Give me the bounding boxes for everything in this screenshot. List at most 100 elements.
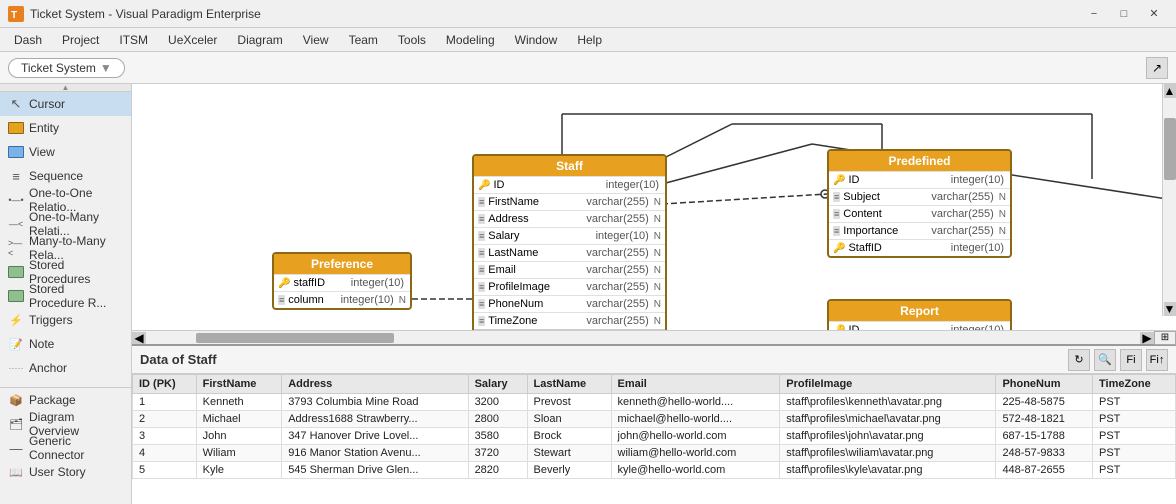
sidebar-label-anchor: Anchor [29,361,67,375]
sidebar-label-trigger: Triggers [29,313,73,327]
horizontal-scrollbar[interactable]: ◀ ▶ ⊞ [132,330,1176,344]
entity-report-header: Report [829,301,1010,321]
table-cell: 916 Manor Station Avenu... [282,445,468,462]
menu-view[interactable]: View [293,31,339,49]
breadcrumb[interactable]: Ticket System ▼ [8,58,125,78]
sidebar-item-diagram[interactable]: 🗂 Diagram Overview [0,412,131,436]
sidebar-item-sequence[interactable]: Sequence [0,164,131,188]
table-cell: 572-48-1821 [996,411,1093,428]
menu-project[interactable]: Project [52,31,109,49]
field-icon: ≡ [478,265,485,275]
sidebar-item-anchor[interactable]: ····· Anchor [0,356,131,380]
data-panel-sort-btn[interactable]: Fi↑ [1146,349,1168,371]
data-panel-search-btn[interactable]: 🔍 [1094,349,1116,371]
scroll-up-btn[interactable]: ▲ [1164,84,1176,98]
sidebar-scroll-up[interactable]: ▲ [0,84,131,92]
canvas-expand-btn[interactable]: ⊞ [1154,331,1176,345]
table-row[interactable]: 3John347 Hanover Drive Lovel...3580Brock… [133,428,1176,445]
menu-dash[interactable]: Dash [4,31,52,49]
entity-staff-title: Staff [556,159,583,173]
menu-window[interactable]: Window [505,31,568,49]
table-cell: 3720 [468,445,527,462]
scroll-left-btn[interactable]: ◀ [132,332,146,344]
vertical-scrollbar[interactable]: ▲ ▼ [1162,84,1176,316]
data-panel-title: Data of Staff [140,352,217,367]
sidebar-item-otm[interactable]: —< One-to-Many Relati... [0,212,131,236]
diagram-canvas[interactable]: Staff 🔑 ID integer(10) ≡ FirstName varch… [132,84,1176,330]
entity-preference[interactable]: Preference 🔑 staffID integer(10) ≡ colum… [272,252,412,310]
sidebar-label-spr: Stored Procedure R... [29,282,123,310]
table-cell: staff\profiles\kenneth\avatar.png [780,394,996,411]
table-cell: Beverly [527,462,611,479]
close-button[interactable]: ✕ [1140,4,1168,24]
sidebar: ▲ Cursor Entity View Sequence •—• One-to… [0,84,132,504]
field-icon: ≡ [478,248,485,258]
oto-icon: •—• [8,192,24,208]
fk-icon: 🔑 [833,243,845,254]
menu-itsm[interactable]: ITSM [109,31,158,49]
minimize-button[interactable]: − [1080,4,1108,24]
data-panel-refresh-btn[interactable]: ↻ [1068,349,1090,371]
field-icon: ≡ [478,282,485,292]
sidebar-item-trigger[interactable]: ⚡ Triggers [0,308,131,332]
menu-help[interactable]: Help [567,31,612,49]
entity-icon [8,120,24,136]
col-header-id: ID (PK) [133,375,197,394]
table-cell: 3793 Columbia Mine Road [282,394,468,411]
table-cell: staff\profiles\michael\avatar.png [780,411,996,428]
sidebar-item-view[interactable]: View [0,140,131,164]
generic-icon: — [8,440,24,456]
col-header-email: Email [611,375,780,394]
menu-modeling[interactable]: Modeling [436,31,505,49]
cursor-icon [8,96,24,112]
table-cell: staff\profiles\kyle\avatar.png [780,462,996,479]
table-cell: 1 [133,394,197,411]
entity-staff[interactable]: Staff 🔑 ID integer(10) ≡ FirstName varch… [472,154,667,330]
table-cell: 248-57-9833 [996,445,1093,462]
sidebar-item-sp[interactable]: Stored Procedures [0,260,131,284]
sidebar-item-cursor[interactable]: Cursor [0,92,131,116]
field-icon: ≡ [833,226,840,236]
view-icon [8,144,24,160]
data-table[interactable]: ID (PK) FirstName Address Salary LastNam… [132,374,1176,504]
field-icon: ≡ [478,231,485,241]
sidebar-item-spr[interactable]: Stored Procedure R... [0,284,131,308]
sidebar-label-view: View [29,145,55,159]
sidebar-item-package[interactable]: 📦 Package [0,388,131,412]
maximize-button[interactable]: □ [1110,4,1138,24]
scroll-right-btn[interactable]: ▶ [1140,332,1154,344]
sidebar-item-story[interactable]: 📖 User Story [0,460,131,484]
table-row[interactable]: 5Kyle545 Sherman Drive Glen...2820Beverl… [133,462,1176,479]
scroll-thumb-h[interactable] [196,333,395,343]
sidebar-item-entity[interactable]: Entity [0,116,131,140]
entity-predefined[interactable]: Predefined 🔑 ID integer(10) ≡ Subject va… [827,149,1012,258]
table-row[interactable]: 1Kenneth3793 Columbia Mine Road3200Prevo… [133,394,1176,411]
table-row[interactable]: 4Wiliam916 Manor Station Avenu...3720Ste… [133,445,1176,462]
sidebar-item-mtm[interactable]: >—< Many-to-Many Rela... [0,236,131,260]
sidebar-item-generic[interactable]: — Generic Connector [0,436,131,460]
entity-report[interactable]: Report 🔑 ID integer(10) 🔑 StaffID intege… [827,299,1012,330]
scroll-down-btn[interactable]: ▼ [1164,302,1176,316]
table-cell: Stewart [527,445,611,462]
table-cell: kyle@hello-world.com [611,462,780,479]
key-icon: 🔑 [833,175,845,186]
window-controls: − □ ✕ [1080,4,1168,24]
col-header-profileimage: ProfileImage [780,375,996,394]
col-header-salary: Salary [468,375,527,394]
table-cell: Sloan [527,411,611,428]
canvas-wrapper: Staff 🔑 ID integer(10) ≡ FirstName varch… [132,84,1176,504]
sidebar-item-oto[interactable]: •—• One-to-One Relatio... [0,188,131,212]
menu-uexceler[interactable]: UeXceler [158,31,227,49]
menu-diagram[interactable]: Diagram [227,31,292,49]
sidebar-item-note[interactable]: 📝 Note [0,332,131,356]
entity-staff-timezone: ≡ TimeZone varchar(255) N [474,312,665,329]
table-cell: Michael [196,411,282,428]
scroll-thumb-v[interactable] [1164,118,1176,179]
data-panel-filter-btn[interactable]: Fi [1120,349,1142,371]
key-icon: 🔑 [478,180,490,191]
menu-tools[interactable]: Tools [388,31,436,49]
table-row[interactable]: 2MichaelAddress1688 Strawberry...2800Slo… [133,411,1176,428]
menu-team[interactable]: Team [339,31,388,49]
field-icon: ≡ [478,316,485,326]
expand-button[interactable]: ↗ [1146,57,1168,79]
